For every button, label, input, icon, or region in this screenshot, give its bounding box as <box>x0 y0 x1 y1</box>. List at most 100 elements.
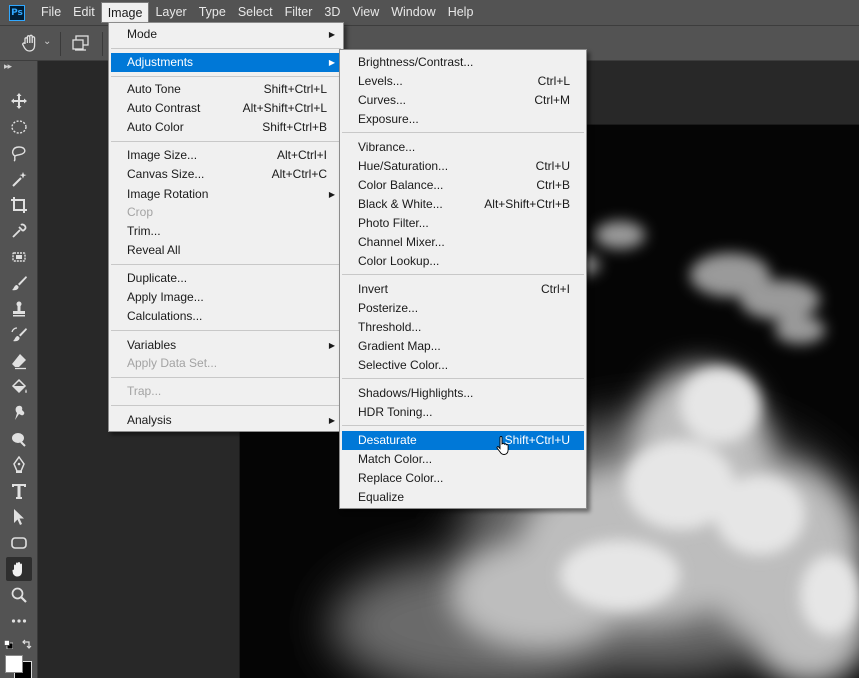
pen-tool-icon[interactable] <box>6 453 32 477</box>
swap-colors-icon[interactable] <box>21 638 33 650</box>
menu-item-calculations[interactable]: Calculations... <box>111 307 341 326</box>
menu-type[interactable]: Type <box>193 2 232 23</box>
eraser-tool-icon[interactable] <box>6 349 32 373</box>
menu-item-levels[interactable]: Levels... Ctrl+L <box>342 72 584 91</box>
menu-separator <box>342 274 584 275</box>
menu-filter[interactable]: Filter <box>279 2 319 23</box>
menu-window[interactable]: Window <box>385 2 441 23</box>
photoshop-logo: Ps <box>9 4 25 21</box>
menu-item-replace-color[interactable]: Replace Color... <box>342 469 584 488</box>
path-selection-tool-icon[interactable] <box>6 505 32 529</box>
menu-item-hue-saturation[interactable]: Hue/Saturation... Ctrl+U <box>342 157 584 176</box>
menu-item-invert[interactable]: Invert Ctrl+I <box>342 280 584 299</box>
menu-item-vibrance[interactable]: Vibrance... <box>342 138 584 157</box>
rectangle-tool-icon[interactable] <box>6 531 32 555</box>
menu-separator <box>111 264 341 265</box>
menu-item-gradient-map[interactable]: Gradient Map... <box>342 337 584 356</box>
menu-select[interactable]: Select <box>232 2 279 23</box>
panel-collapse-icon[interactable]: ▸▸ <box>4 61 34 71</box>
smudge-tool-icon[interactable] <box>6 401 32 425</box>
menu-item-apply-image[interactable]: Apply Image... <box>111 288 341 307</box>
tools-panel: ▸▸ <box>0 61 38 678</box>
menu-separator <box>111 377 341 378</box>
menu-item-auto-contrast[interactable]: Auto Contrast Alt+Shift+Ctrl+L <box>111 99 341 118</box>
submenu-arrow-icon: ▶ <box>328 190 335 199</box>
foreground-color-swatch[interactable] <box>5 655 23 673</box>
chevron-down-icon[interactable]: ⌄ <box>43 36 51 47</box>
divider <box>60 32 61 56</box>
menu-item-exposure[interactable]: Exposure... <box>342 110 584 129</box>
menu-item-channel-mixer[interactable]: Channel Mixer... <box>342 233 584 252</box>
adjustments-submenu: Brightness/Contrast... Levels... Ctrl+L C… <box>339 49 587 509</box>
menu-item-duplicate[interactable]: Duplicate... <box>111 269 341 288</box>
menu-separator <box>111 76 341 77</box>
submenu-arrow-icon: ▶ <box>328 58 335 67</box>
menu-item-brightness-contrast[interactable]: Brightness/Contrast... <box>342 53 584 72</box>
hand-tool-icon[interactable] <box>6 557 32 581</box>
brush-tool-icon[interactable] <box>6 271 32 295</box>
healing-tool-icon[interactable] <box>6 245 32 269</box>
menu-separator <box>342 425 584 426</box>
more-tools-icon[interactable] <box>6 609 32 633</box>
zoom-tool-icon[interactable] <box>6 583 32 607</box>
menu-help[interactable]: Help <box>442 2 480 23</box>
menu-item-analysis[interactable]: Analysis ▶ <box>111 411 341 430</box>
menu-item-desaturate[interactable]: Desaturate Shift+Ctrl+U <box>342 431 584 450</box>
submenu-arrow-icon: ▶ <box>328 30 335 39</box>
default-colors-icon[interactable] <box>4 640 13 649</box>
menu-view[interactable]: View <box>346 2 385 23</box>
menu-item-auto-color[interactable]: Auto Color Shift+Ctrl+B <box>111 118 341 137</box>
eyedropper-tool-icon[interactable] <box>6 219 32 243</box>
menu-image[interactable]: Image <box>100 2 150 23</box>
menu-item-mode[interactable]: Mode ▶ <box>111 25 341 44</box>
menu-item-photo-filter[interactable]: Photo Filter... <box>342 214 584 233</box>
menu-item-match-color[interactable]: Match Color... <box>342 450 584 469</box>
image-menu: Mode ▶ Adjustments ▶ Auto Tone Shift+Ctrl+L… <box>108 22 344 432</box>
magic-wand-tool-icon[interactable] <box>6 167 32 191</box>
menu-item-apply-data-set: Apply Data Set... <box>127 356 218 370</box>
menu-layer[interactable]: Layer <box>149 2 192 23</box>
stamp-tool-icon[interactable] <box>6 297 32 321</box>
menu-item-reveal-all[interactable]: Reveal All <box>111 241 341 260</box>
menu-item-trim[interactable]: Trim... <box>111 222 341 241</box>
dodge-tool-icon[interactable] <box>6 427 32 451</box>
arrange-documents-icon[interactable] <box>70 33 92 53</box>
menu-item-variables[interactable]: Variables ▶ <box>111 336 341 355</box>
menu-item-image-size[interactable]: Image Size... Alt+Ctrl+I <box>111 146 341 165</box>
menu-separator <box>111 48 341 49</box>
menu-separator <box>111 330 341 331</box>
menu-item-auto-tone[interactable]: Auto Tone Shift+Ctrl+L <box>111 80 341 99</box>
submenu-arrow-icon: ▶ <box>328 341 335 350</box>
menu-separator <box>111 405 341 406</box>
menu-item-posterize[interactable]: Posterize... <box>342 299 584 318</box>
menu-item-curves[interactable]: Curves... Ctrl+M <box>342 91 584 110</box>
divider <box>102 32 103 56</box>
menu-item-shadows-highlights[interactable]: Shadows/Highlights... <box>342 384 584 403</box>
menu-3d[interactable]: 3D <box>318 2 346 23</box>
menu-separator <box>111 141 341 142</box>
crop-tool-icon[interactable] <box>6 193 32 217</box>
marquee-tool-icon[interactable] <box>6 115 32 139</box>
color-swatches <box>0 635 38 678</box>
menu-item-image-rotation[interactable]: Image Rotation ▶ <box>111 185 341 204</box>
menu-item-color-lookup[interactable]: Color Lookup... <box>342 252 584 271</box>
menu-item-black-white[interactable]: Black & White... Alt+Shift+Ctrl+B <box>342 195 584 214</box>
paint-bucket-tool-icon[interactable] <box>6 375 32 399</box>
hand-icon[interactable] <box>20 33 40 53</box>
menu-separator <box>342 132 584 133</box>
menu-item-threshold[interactable]: Threshold... <box>342 318 584 337</box>
menu-item-equalize[interactable]: Equalize <box>342 488 584 507</box>
menu-item-color-balance[interactable]: Color Balance... Ctrl+B <box>342 176 584 195</box>
mouse-pointer-icon <box>496 436 509 455</box>
menu-item-adjustments[interactable]: Adjustments ▶ <box>111 53 341 72</box>
move-tool-icon[interactable] <box>6 89 32 113</box>
menu-item-trap: Trap... <box>127 384 162 398</box>
menu-item-selective-color[interactable]: Selective Color... <box>342 356 584 375</box>
history-brush-tool-icon[interactable] <box>6 323 32 347</box>
menu-item-canvas-size[interactable]: Canvas Size... Alt+Ctrl+C <box>111 165 341 184</box>
lasso-tool-icon[interactable] <box>6 141 32 165</box>
type-tool-icon[interactable] <box>6 479 32 503</box>
menu-edit[interactable]: Edit <box>67 2 101 23</box>
menu-item-hdr-toning[interactable]: HDR Toning... <box>342 403 584 422</box>
menu-file[interactable]: File <box>35 2 67 23</box>
